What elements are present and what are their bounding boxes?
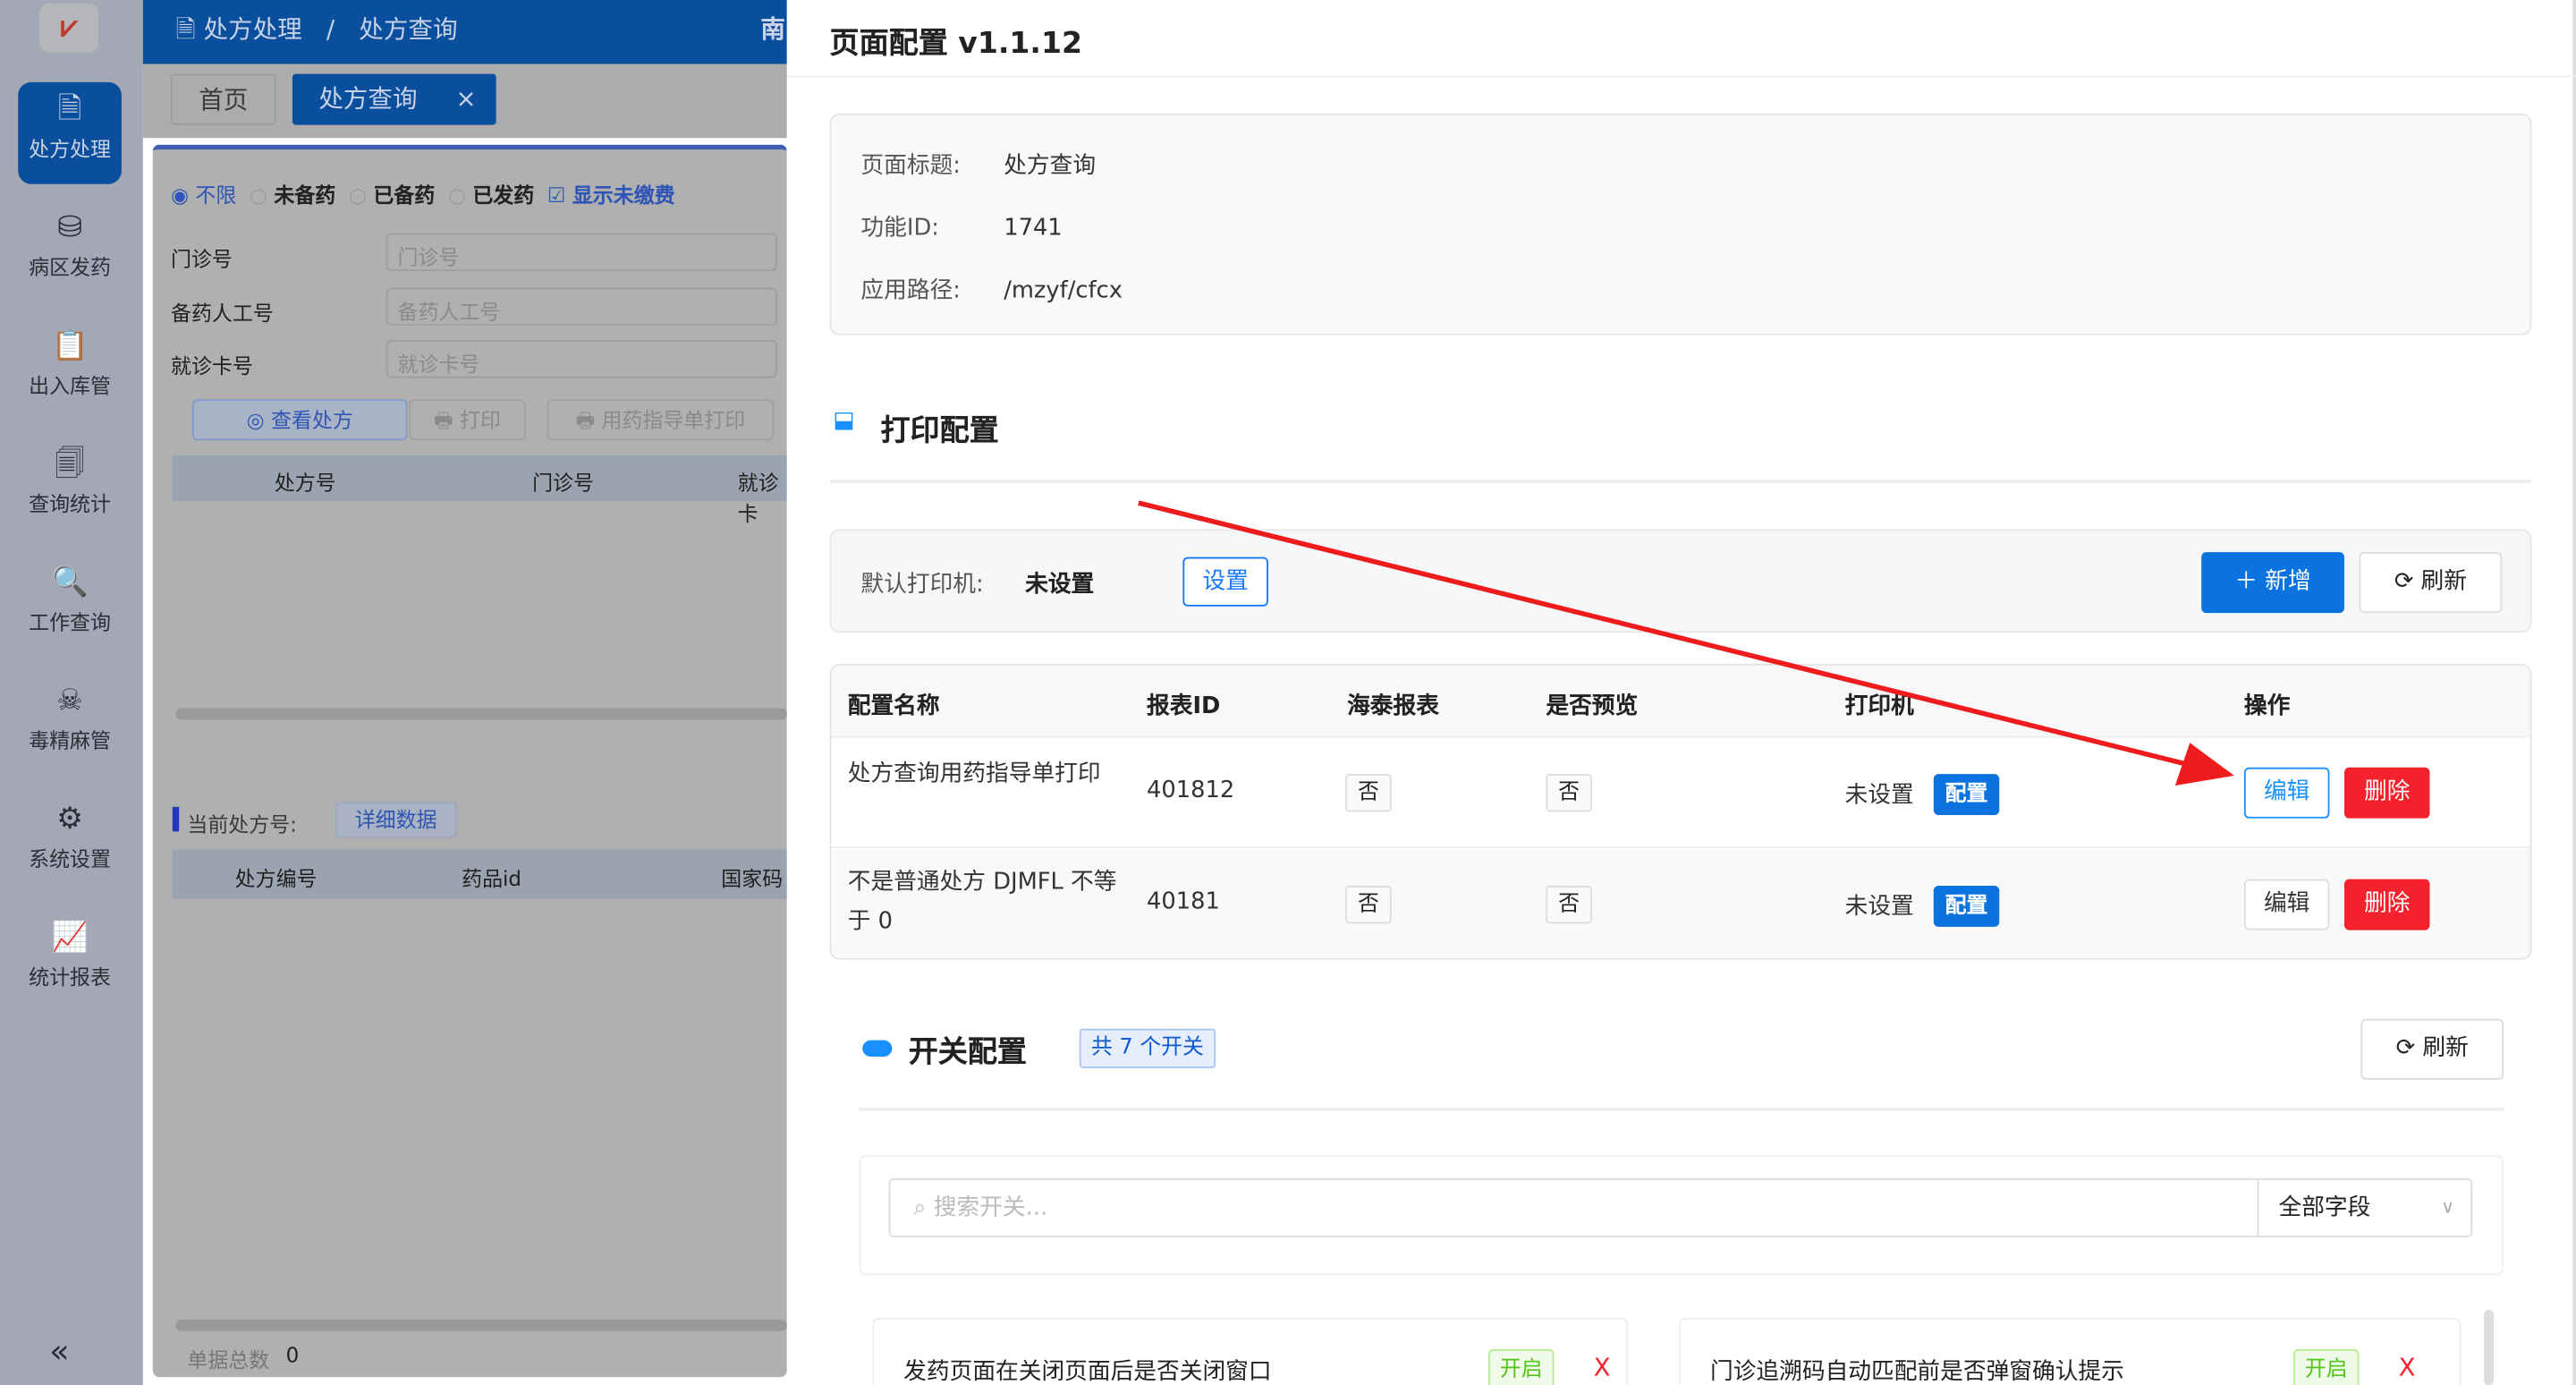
annotation-arrow xyxy=(1138,500,2234,786)
arrow-head xyxy=(2174,743,2234,786)
arrow-shaft xyxy=(1138,500,2194,769)
